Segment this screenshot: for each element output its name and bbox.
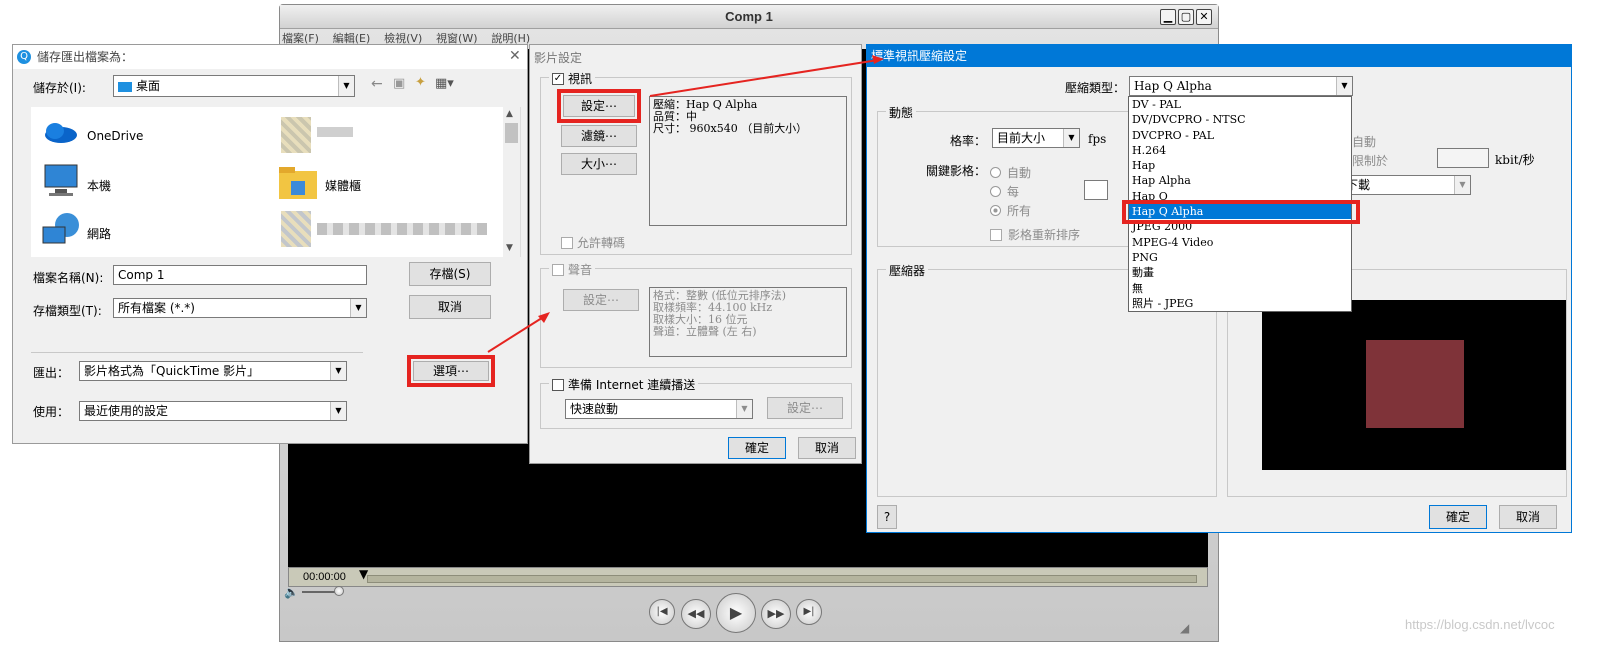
watermark-text: https://blog.csdn.net/lvcoc <box>1405 617 1555 632</box>
arrow-head <box>538 312 550 323</box>
arrow-head <box>872 55 884 64</box>
annotation-arrows <box>487 55 884 353</box>
arrow-settings-to-compression <box>649 59 879 97</box>
arrow-options-to-settings <box>487 315 546 353</box>
